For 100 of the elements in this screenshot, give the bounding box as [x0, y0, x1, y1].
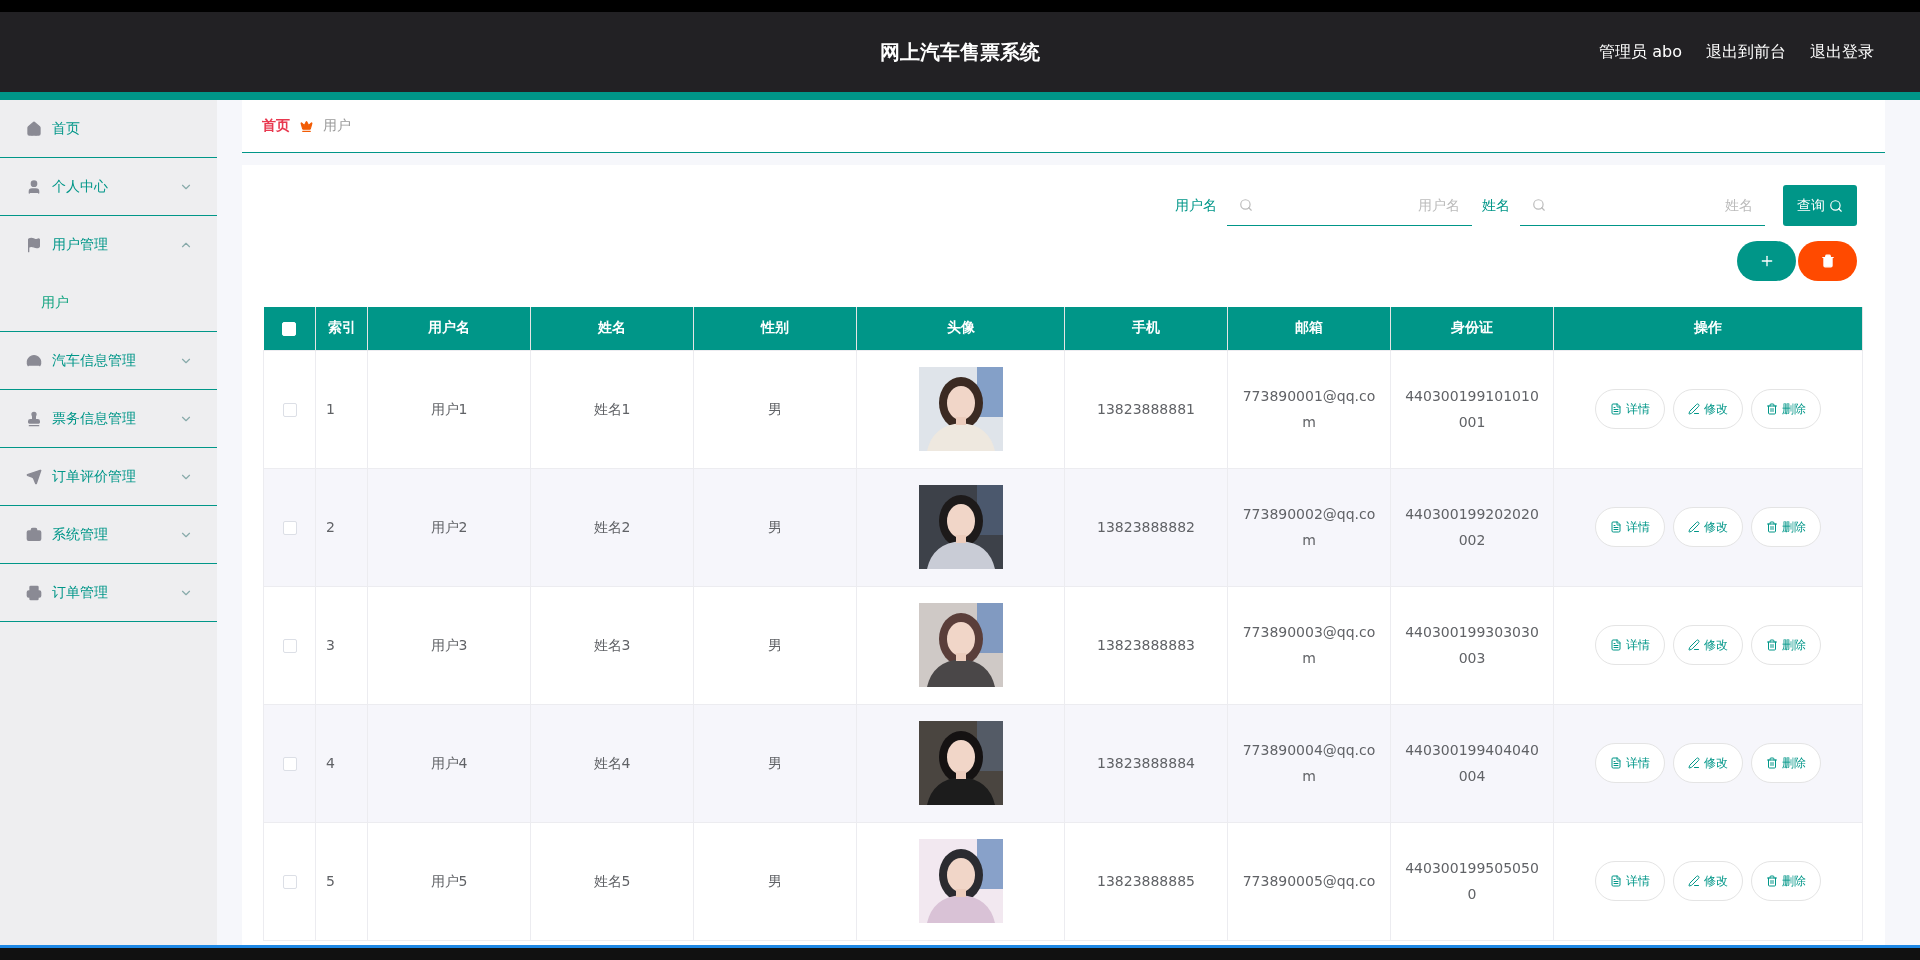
table-cell: 773890001@qq.com: [1242, 388, 1376, 430]
edit-button[interactable]: 修改: [1673, 507, 1743, 547]
table-cell: 1: [326, 401, 335, 417]
trash-icon: [1766, 757, 1778, 769]
search-field[interactable]: 用户名: [1227, 185, 1472, 226]
table-cell: 13823888881: [1097, 401, 1195, 417]
breadcrumb-link[interactable]: 首页: [262, 117, 290, 135]
table-cell: 用户5: [430, 873, 468, 889]
column-header: 邮箱: [1227, 307, 1391, 350]
table-cell: 773890002@qq.com: [1242, 506, 1376, 548]
table-cell: 2: [326, 519, 335, 535]
pencil-icon: [1688, 757, 1700, 769]
document-icon: [1610, 757, 1622, 769]
table-cell: 4: [326, 755, 335, 771]
column-header: 索引: [315, 307, 368, 350]
row-checkbox[interactable]: [282, 639, 297, 653]
table-cell: 3: [326, 637, 335, 653]
header-link[interactable]: 退出到前台: [1706, 41, 1786, 63]
table-cell: 男: [768, 401, 782, 417]
menu-icon: [26, 178, 42, 195]
submenu-item[interactable]: 用户: [0, 274, 217, 332]
table-cell: 13823888885: [1097, 873, 1195, 889]
sidebar-item[interactable]: 订单管理: [0, 564, 217, 622]
table-cell: 男: [768, 755, 782, 771]
select-all-checkbox[interactable]: [282, 322, 297, 337]
detail-button[interactable]: 详情: [1595, 743, 1665, 783]
delete-button[interactable]: 删除: [1751, 861, 1821, 901]
table-cell: 13823888882: [1097, 519, 1195, 535]
trash-icon: [1766, 875, 1778, 887]
field-label: 姓名: [1482, 196, 1510, 215]
table-cell: 4403001995050500: [1405, 860, 1539, 902]
edit-button[interactable]: 修改: [1673, 861, 1743, 901]
document-icon: [1610, 639, 1622, 651]
delete-button[interactable]: 删除: [1751, 507, 1821, 547]
detail-button[interactable]: 详情: [1595, 507, 1665, 547]
table-cell: 用户4: [430, 755, 468, 771]
document-icon: [1610, 875, 1622, 887]
column-header: 身份证: [1390, 307, 1554, 350]
sidebar-item[interactable]: 个人中心: [0, 158, 217, 216]
table-cell: 773890003@qq.com: [1242, 624, 1376, 666]
sidebar-item[interactable]: 票务信息管理: [0, 390, 217, 448]
column-header: 性别: [693, 307, 857, 350]
menu-icon: [26, 468, 42, 485]
header-link[interactable]: 退出登录: [1810, 41, 1874, 63]
edit-button[interactable]: 修改: [1673, 625, 1743, 665]
row-checkbox[interactable]: [282, 875, 297, 889]
detail-button[interactable]: 详情: [1595, 389, 1665, 429]
search-icon: [1829, 198, 1843, 213]
menu-icon: [26, 237, 42, 253]
sidebar-item[interactable]: 首页: [0, 100, 217, 158]
table-cell: 男: [768, 873, 782, 889]
query-button[interactable]: 查询: [1783, 185, 1857, 226]
menu-icon: [26, 352, 42, 369]
delete-button[interactable]: 删除: [1751, 625, 1821, 665]
table-cell: 姓名4: [593, 755, 631, 771]
column-header: 姓名: [530, 307, 694, 350]
search-icon: [1239, 198, 1253, 212]
delete-button[interactable]: [1798, 241, 1857, 281]
column-header: 手机: [1064, 307, 1228, 350]
table-cell: 用户2: [430, 519, 468, 535]
table-cell: 5: [326, 873, 335, 889]
search-icon: [1532, 198, 1546, 212]
menu-icon: [26, 584, 42, 601]
table-cell: 773890004@qq.com: [1242, 742, 1376, 784]
delete-button[interactable]: 删除: [1751, 743, 1821, 783]
detail-button[interactable]: 详情: [1595, 625, 1665, 665]
pencil-icon: [1688, 875, 1700, 887]
table-cell: 男: [768, 519, 782, 535]
menu-icon: [26, 120, 42, 137]
row-checkbox[interactable]: [282, 757, 297, 771]
document-icon: [1610, 403, 1622, 415]
column-header: 操作: [1553, 307, 1863, 350]
column-header: 用户名: [367, 307, 531, 350]
edit-button[interactable]: 修改: [1673, 743, 1743, 783]
app-title: 网上汽车售票系统: [880, 38, 1040, 66]
row-checkbox[interactable]: [282, 521, 297, 535]
sidebar-item[interactable]: 订单评价管理: [0, 448, 217, 506]
table-cell: 姓名5: [593, 873, 631, 889]
sidebar-item[interactable]: 汽车信息管理: [0, 332, 217, 390]
detail-button[interactable]: 详情: [1595, 861, 1665, 901]
table-cell: 440300199303030003: [1405, 624, 1539, 666]
breadcrumb-current: 用户: [323, 117, 351, 135]
search-field[interactable]: 姓名: [1520, 185, 1765, 226]
edit-button[interactable]: 修改: [1673, 389, 1743, 429]
menu-icon: [26, 410, 42, 427]
delete-button[interactable]: 删除: [1751, 389, 1821, 429]
sidebar-item[interactable]: 用户管理: [0, 216, 217, 274]
crown-icon: [300, 119, 313, 133]
sidebar-item[interactable]: 系统管理: [0, 506, 217, 564]
trash-icon: [1766, 521, 1778, 533]
trash-icon: [1766, 403, 1778, 415]
table-cell: 440300199404040004: [1405, 742, 1539, 784]
add-button[interactable]: [1737, 241, 1796, 281]
table-cell: 13823888883: [1097, 637, 1195, 653]
row-checkbox[interactable]: [282, 403, 297, 417]
table-cell: 姓名1: [593, 401, 631, 417]
trash-icon: [1820, 254, 1835, 268]
table-cell: 用户3: [430, 637, 468, 653]
header-link[interactable]: 管理员 abo: [1599, 41, 1682, 63]
table-cell: 姓名3: [593, 637, 631, 653]
